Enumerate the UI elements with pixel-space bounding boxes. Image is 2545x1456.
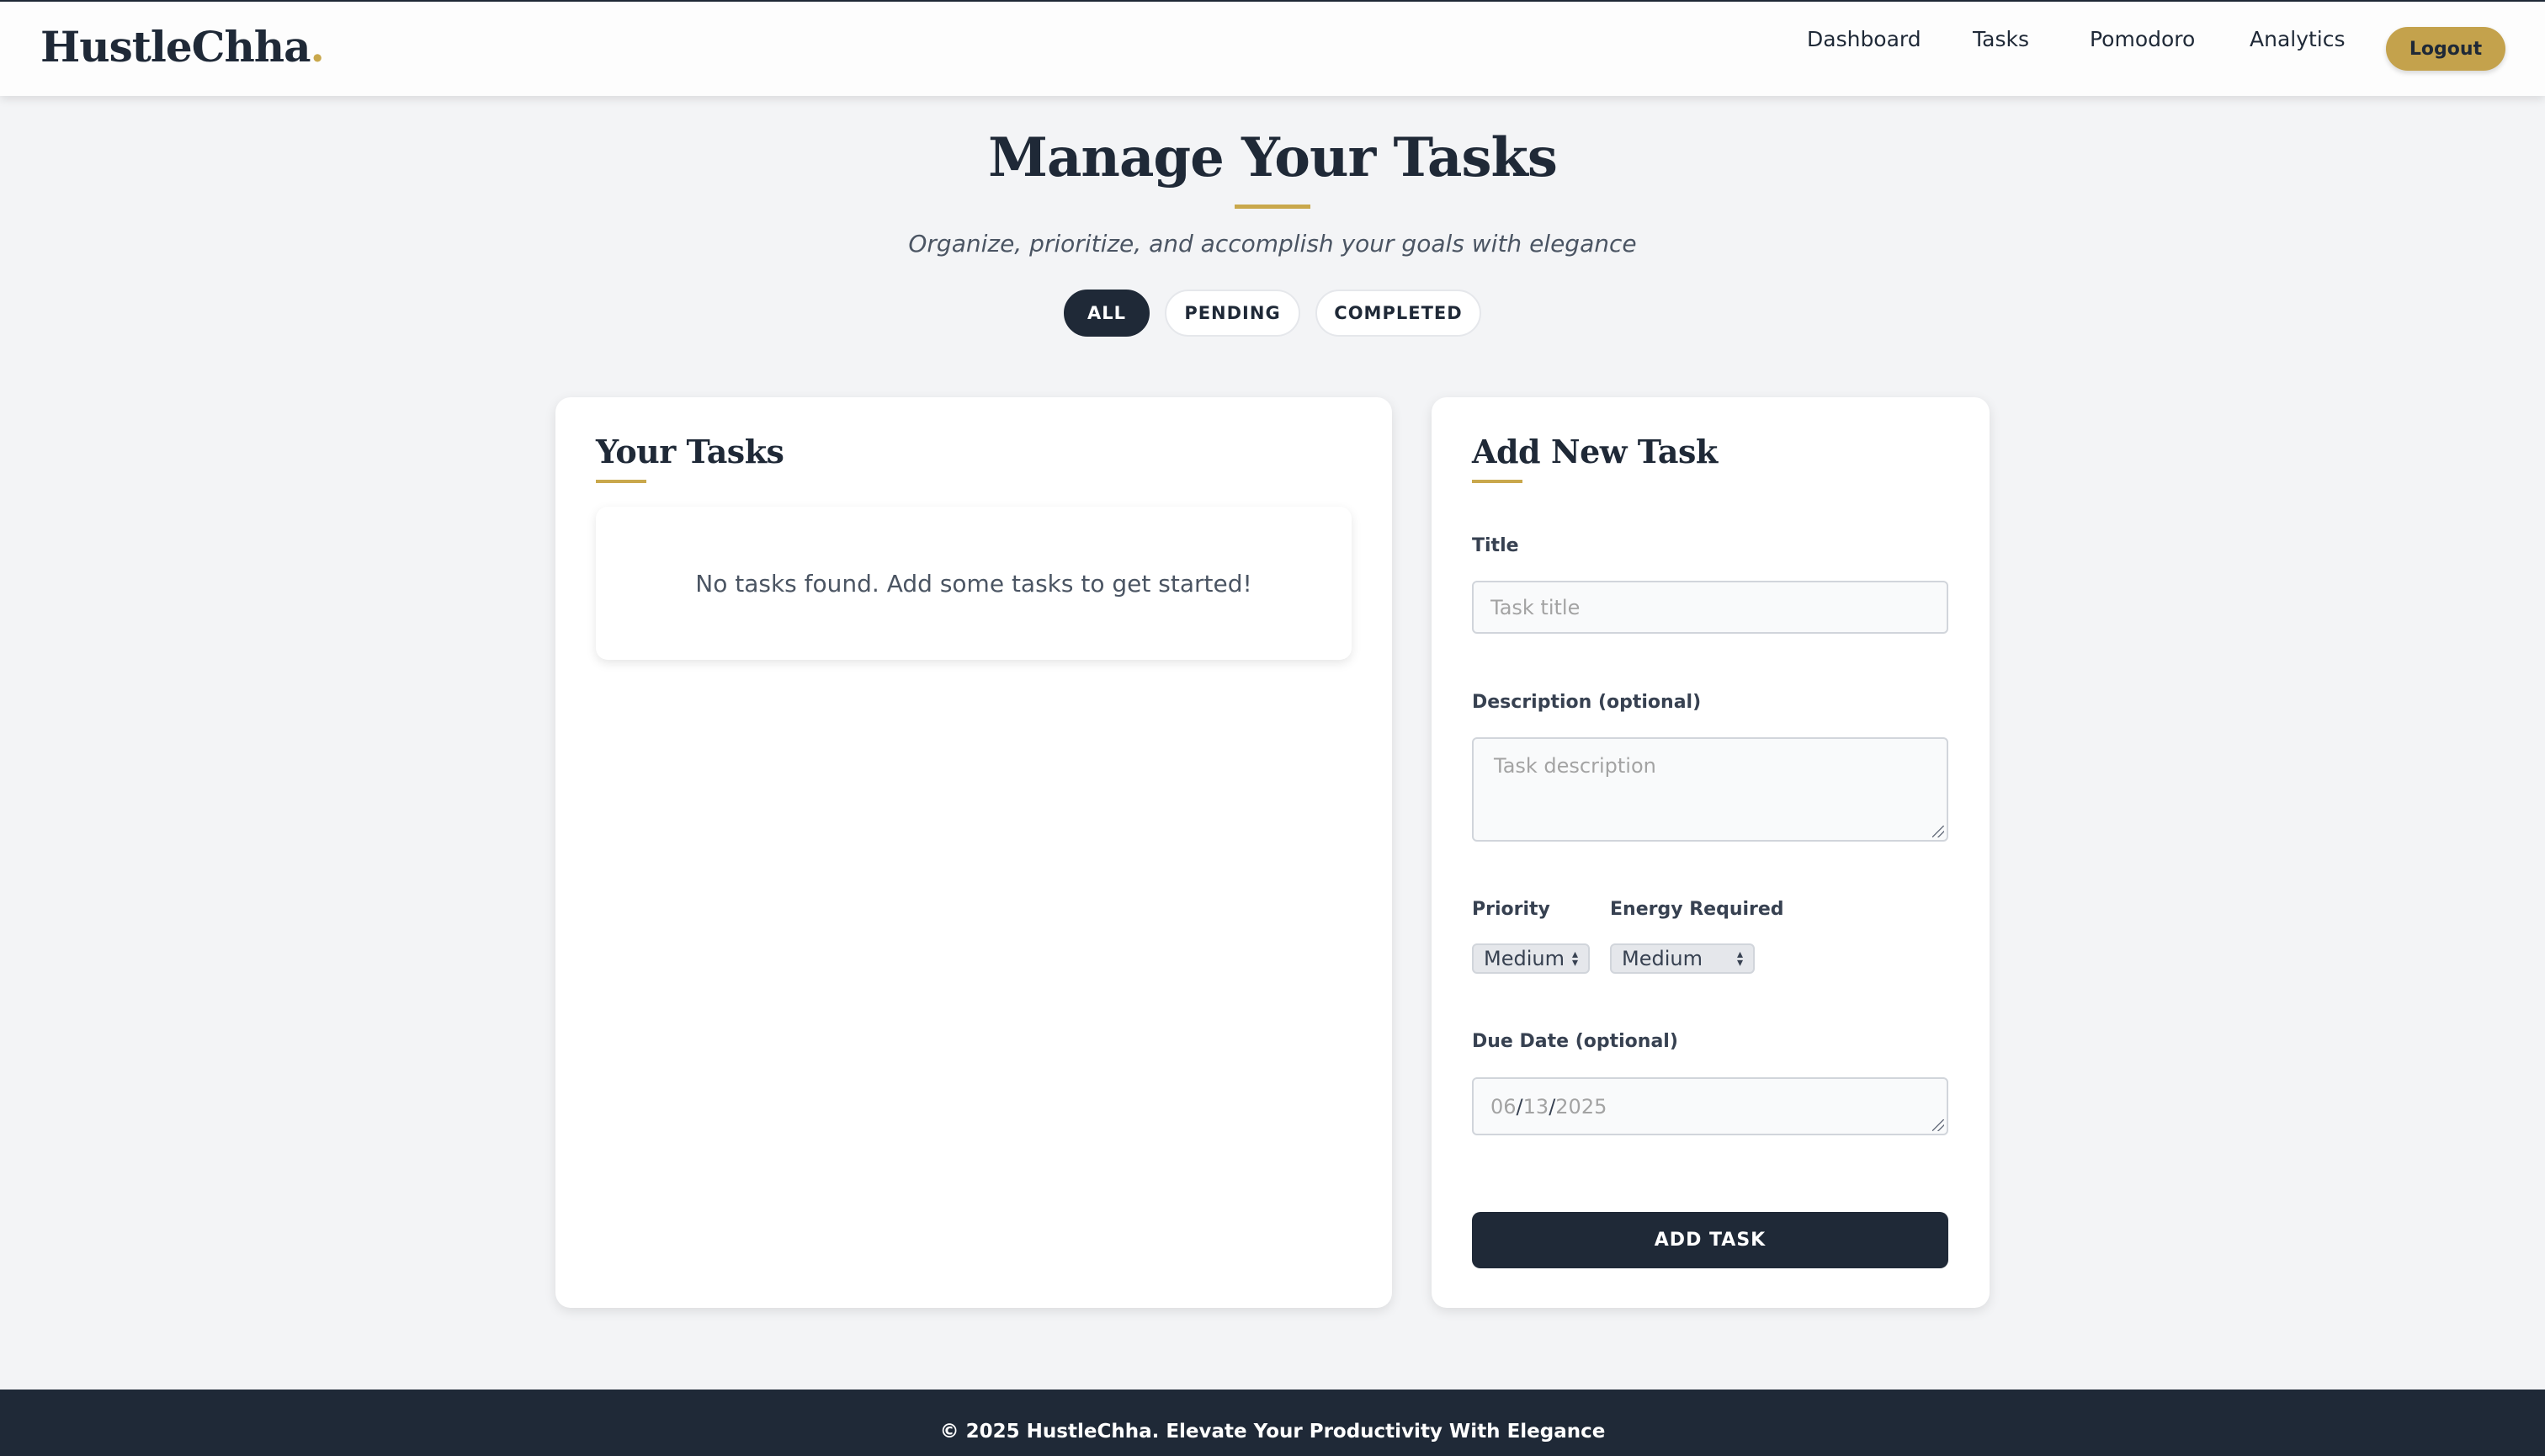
footer-text: © 2025 HustleChha. Elevate Your Producti…	[939, 1421, 1606, 1443]
task-title-input[interactable]	[1472, 581, 1948, 634]
add-task-title-underline	[1472, 480, 1522, 483]
empty-tasks-text: No tasks found. Add some tasks to get st…	[695, 569, 1252, 598]
select-arrows-icon: ▴ ▾	[1571, 948, 1578, 970]
energy-label: Energy Required	[1610, 899, 1784, 920]
due-date-month[interactable]: 06	[1490, 1095, 1517, 1119]
due-date-label: Due Date (optional)	[1472, 1031, 1678, 1052]
brand-name: HustleChha	[40, 22, 311, 72]
nav-analytics[interactable]: Analytics	[2250, 27, 2346, 51]
filter-completed-button[interactable]: COMPLETED	[1315, 290, 1481, 337]
select-arrows-icon: ▴ ▾	[1736, 948, 1743, 970]
navbar: HustleChha. Dashboard Tasks Pomodoro Ana…	[0, 2, 2545, 96]
title-label: Title	[1472, 535, 1519, 556]
due-date-input[interactable]: 06/13/2025	[1472, 1077, 1948, 1135]
add-task-panel	[1432, 397, 1990, 1308]
title-underline	[1235, 205, 1310, 209]
nav-dashboard[interactable]: Dashboard	[1807, 27, 1921, 51]
tasks-panel-title: Your Tasks	[596, 433, 784, 470]
priority-value: Medium	[1484, 947, 1565, 970]
nav-tasks[interactable]: Tasks	[1973, 27, 2029, 51]
priority-select[interactable]: Medium ▴ ▾	[1472, 943, 1590, 974]
brand-dot: .	[310, 22, 325, 72]
description-label: Description (optional)	[1472, 692, 1702, 713]
resize-handle-icon[interactable]	[1932, 826, 1944, 837]
filter-pending-button[interactable]: PENDING	[1165, 290, 1300, 337]
page-title: Manage Your Tasks	[988, 126, 1558, 189]
due-date-year[interactable]: 2025	[1555, 1095, 1607, 1119]
energy-value: Medium	[1622, 947, 1703, 970]
add-task-title: Add New Task	[1472, 433, 1718, 470]
nav-pomodoro[interactable]: Pomodoro	[2090, 27, 2195, 51]
date-separator: /	[1549, 1094, 1556, 1119]
task-description-input[interactable]	[1472, 737, 1948, 842]
add-task-button[interactable]: ADD TASK	[1472, 1212, 1948, 1268]
empty-tasks-message: No tasks found. Add some tasks to get st…	[596, 507, 1352, 660]
filter-all-button[interactable]: ALL	[1064, 290, 1150, 337]
priority-label: Priority	[1472, 899, 1550, 920]
energy-select[interactable]: Medium ▴ ▾	[1610, 943, 1755, 974]
page-subtitle: Organize, prioritize, and accomplish you…	[908, 230, 1637, 258]
logout-button[interactable]: Logout	[2386, 27, 2505, 71]
brand-logo[interactable]: HustleChha.	[40, 22, 325, 72]
resize-handle-icon[interactable]	[1932, 1119, 1944, 1131]
tasks-title-underline	[596, 480, 646, 483]
due-date-day[interactable]: 13	[1523, 1095, 1549, 1119]
date-separator: /	[1516, 1094, 1523, 1119]
